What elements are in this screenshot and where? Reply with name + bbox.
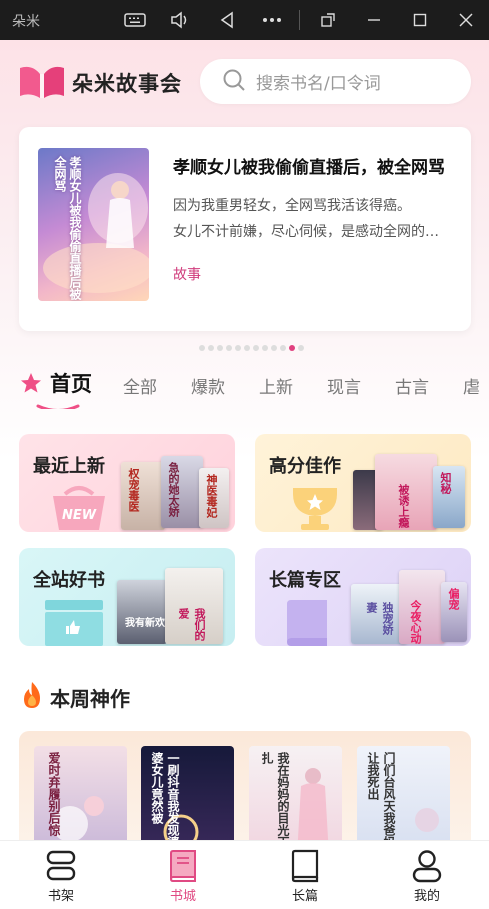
pagination-dot[interactable] — [226, 345, 232, 351]
keyboard-icon[interactable] — [122, 8, 148, 32]
category-label: 长篇专区 — [269, 570, 341, 591]
pagination-dot[interactable] — [208, 345, 214, 351]
minimize-icon[interactable] — [361, 8, 387, 32]
nav-profile[interactable]: 我的 — [366, 841, 488, 909]
mini-book-cover: 神医毒妃 — [199, 468, 229, 528]
category-card-top-rated[interactable]: 高分佳作 被诱上瘾 知秘 — [255, 434, 471, 532]
search-icon — [222, 68, 246, 96]
mini-book-cover: 权宠毒医 — [121, 462, 165, 530]
pagination-dot[interactable] — [235, 345, 241, 351]
tab-all[interactable]: 全部 — [123, 373, 157, 398]
bottom-navigation: 书架 书城 长篇 我的 — [0, 840, 489, 909]
nav-label: 书架 — [47, 889, 74, 904]
banner-cover-image[interactable]: 孝顺女儿被我偷偷直播后被全网骂 — [38, 148, 149, 301]
search-input[interactable]: 搜索书名/口令词 — [200, 59, 471, 104]
featured-banner[interactable]: 孝顺女儿被我偷偷直播后被全网骂 孝顺女儿被我偷偷直播后，被全网骂 因为我重男轻女… — [19, 127, 471, 331]
category-label: 高分佳作 — [269, 456, 341, 477]
mini-book-cover: 偏宠 — [441, 582, 467, 642]
pagination-dot[interactable] — [271, 345, 277, 351]
banner-description: 因为我重男轻女，全网骂我活该得癌。 女儿不计前嫌，尽心伺候，是感动全网的孝顺女儿… — [173, 193, 448, 245]
pagination-dot[interactable] — [262, 345, 268, 351]
long-book-icon — [283, 600, 335, 646]
window-titlebar: 朵米 — [0, 0, 489, 40]
banner-cover-title: 孝顺女儿被我偷偷直播后被全网骂 — [53, 156, 82, 300]
active-tab-indicator — [36, 398, 80, 409]
rotate-icon[interactable] — [315, 8, 341, 32]
weekly-book-cover[interactable]: 我在妈妈的目光下扎 — [249, 746, 342, 851]
banner-pagination — [199, 345, 304, 351]
nav-label: 书城 — [169, 889, 196, 904]
tab-modern-romance[interactable]: 现言 — [327, 373, 361, 398]
close-icon[interactable] — [453, 8, 479, 32]
category-label: 最近上新 — [33, 456, 105, 477]
book-icon — [289, 849, 321, 883]
search-placeholder: 搜索书名/口令词 — [256, 74, 381, 94]
trophy-icon — [283, 484, 347, 532]
new-badge-text: NEW — [62, 508, 97, 523]
home-star-icon — [20, 372, 42, 398]
nav-label: 长篇 — [291, 889, 318, 904]
tab-new[interactable]: 上新 — [259, 373, 293, 398]
bookshelf-icon — [45, 849, 77, 883]
category-tabs: 首页 全部 爆款 上新 现言 古言 虐 — [0, 365, 489, 409]
fire-icon — [19, 681, 45, 713]
maximize-icon[interactable] — [407, 8, 433, 32]
banner-desc-line: 女儿不计前嫌，尽心伺候，是感动全网的孝顺女儿。 — [173, 224, 448, 240]
tab-angst[interactable]: 虐 — [463, 373, 480, 398]
category-card-best[interactable]: 全站好书 我有新欢 我们的爱 — [19, 548, 235, 646]
titlebar-separator — [299, 10, 300, 30]
back-icon[interactable] — [214, 8, 240, 32]
category-card-recent[interactable]: 最近上新 NEW 权宠毒医 急的她太娇 神医毒妃 — [19, 434, 235, 532]
bookstore-icon — [167, 849, 199, 883]
banner-desc-line: 因为我重男轻女，全网骂我活该得癌。 — [173, 198, 411, 214]
banner-category-tag[interactable]: 故事 — [173, 264, 201, 284]
tab-hot[interactable]: 爆款 — [191, 373, 225, 398]
app-logo — [18, 62, 66, 102]
weekly-book-cover[interactable]: 门们台风天我爸妈让我死出 — [357, 746, 450, 851]
window-title: 朵米 — [12, 14, 40, 30]
nav-label: 我的 — [413, 889, 440, 904]
nav-long-form[interactable]: 长篇 — [244, 841, 366, 909]
mini-book-cover: 今夜心动 — [399, 570, 445, 644]
volume-icon[interactable] — [167, 8, 193, 32]
category-label: 全站好书 — [33, 570, 105, 591]
weekly-book-cover[interactable]: 一刷抖音我发现婆婆女儿竟然被 — [141, 746, 234, 851]
new-bag-icon: NEW — [47, 484, 111, 532]
brand-name: 朵米故事会 — [72, 72, 182, 96]
more-icon[interactable] — [259, 8, 285, 32]
mini-book-cover: 知秘 — [433, 466, 465, 528]
weekly-book-cover[interactable]: 爱时弃履别后惊 — [34, 746, 127, 851]
weekly-book-title: 我在妈妈的目光下扎 — [260, 752, 290, 848]
pagination-dot[interactable] — [289, 345, 295, 351]
pagination-dot[interactable] — [199, 345, 205, 351]
weekly-book-title: 门们台风天我爸妈让我死出 — [366, 752, 396, 848]
section-title: 本周神作 — [50, 687, 130, 711]
pagination-dot[interactable] — [217, 345, 223, 351]
mini-book-cover: 急的她太娇 — [161, 456, 203, 528]
mini-book-cover: 我们的爱 — [165, 568, 223, 644]
nav-bookshelf[interactable]: 书架 — [0, 841, 122, 909]
tab-home[interactable]: 首页 — [50, 368, 92, 398]
pagination-dot[interactable] — [244, 345, 250, 351]
mini-book-cover: 被诱上瘾 — [375, 454, 437, 530]
nav-bookstore[interactable]: 书城 — [122, 841, 244, 909]
tab-ancient-romance[interactable]: 古言 — [395, 373, 429, 398]
thumbs-up-box-icon — [43, 600, 107, 646]
weekly-book-title: 爱时弃履别后惊 — [47, 752, 61, 836]
pagination-dot[interactable] — [253, 345, 259, 351]
category-card-long-form[interactable]: 长篇专区 独宠娇妻 今夜心动 偏宠 — [255, 548, 471, 646]
pagination-dot[interactable] — [280, 345, 286, 351]
profile-icon — [411, 849, 443, 883]
pagination-dot[interactable] — [298, 345, 304, 351]
mini-book-cover: 我有新欢 — [117, 580, 167, 644]
weekly-book-title: 一刷抖音我发现婆婆女儿竟然被 — [150, 752, 180, 848]
weekly-books-panel: 爱时弃履别后惊 一刷抖音我发现婆婆女儿竟然被 我在妈妈的目光下扎 门们台风天我爸… — [19, 731, 471, 851]
banner-title[interactable]: 孝顺女儿被我偷偷直播后，被全网骂 — [173, 153, 458, 178]
